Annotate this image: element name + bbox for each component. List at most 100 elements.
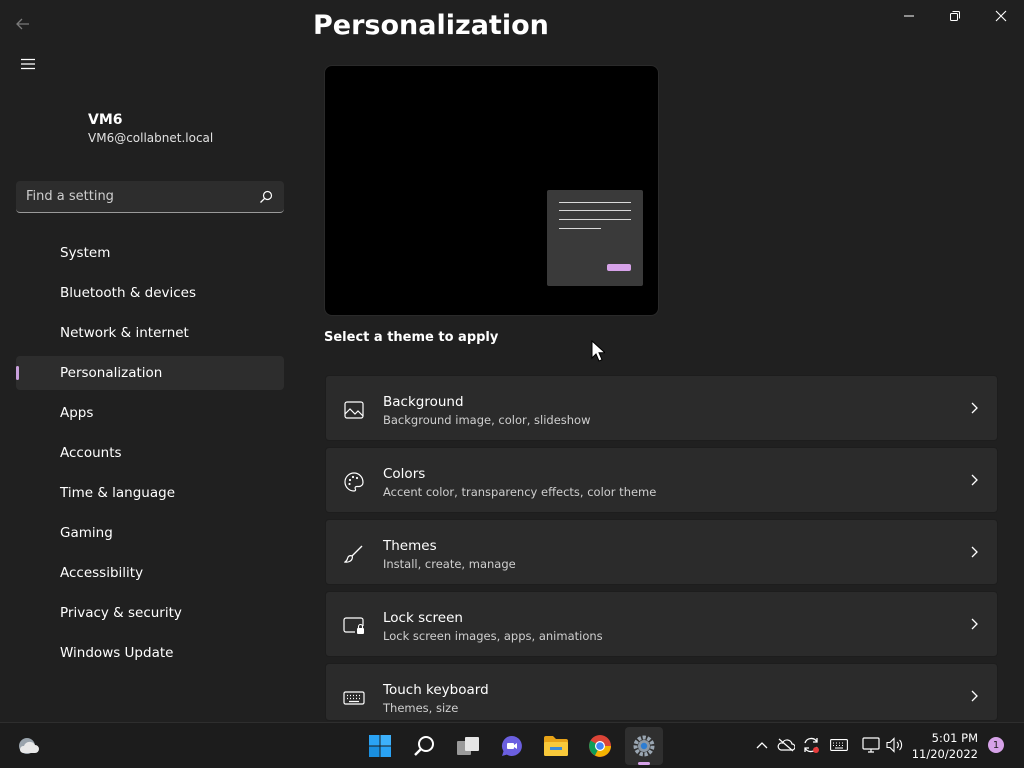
taskbar-clock[interactable]: 5:01 PM 11/20/2022 [908, 730, 978, 762]
sidebar-item-personalization[interactable]: Personalization [16, 356, 284, 390]
network-tray-button[interactable] [861, 735, 881, 755]
keyboard-icon [830, 739, 848, 751]
sidebar-nav: System Bluetooth & devices Network & int… [16, 236, 284, 676]
clock-date: 11/20/2022 [911, 747, 978, 761]
card-subtitle: Themes, size [383, 701, 459, 715]
user-email: VM6@collabnet.local [88, 131, 214, 145]
card-title: Touch keyboard [383, 682, 489, 698]
chevron-right-icon [969, 401, 979, 415]
sidebar-item-label: Bluetooth & devices [60, 285, 197, 301]
sidebar-item-label: System [60, 245, 111, 261]
preview-accent-button [607, 264, 631, 271]
preview-line [559, 228, 601, 229]
file-explorer-icon [544, 736, 568, 756]
input-indicator-button[interactable] [829, 735, 849, 755]
sidebar-item-label: Apps [60, 405, 94, 421]
background-card[interactable]: Background Background image, color, slid… [325, 375, 998, 441]
touch-keyboard-card[interactable]: Touch keyboard Themes, size [325, 663, 998, 721]
minimize-icon [904, 15, 914, 17]
preview-window [547, 190, 643, 286]
sidebar-item-label: Accounts [60, 445, 122, 461]
palette-icon [343, 471, 365, 493]
restore-button[interactable] [932, 0, 978, 32]
close-button[interactable] [978, 0, 1024, 32]
card-subtitle: Background image, color, slideshow [383, 413, 591, 427]
card-subtitle: Lock screen images, apps, animations [383, 629, 603, 643]
search-icon[interactable] [258, 189, 274, 205]
user-account[interactable]: VM6 VM6@collabnet.local [88, 111, 213, 147]
volume-tray-button[interactable] [885, 735, 905, 755]
card-text: Themes Install, create, manage [383, 537, 516, 573]
sidebar-item-label: Gaming [60, 525, 113, 541]
minimize-button[interactable] [886, 0, 932, 32]
network-icon [862, 737, 880, 753]
card-text: Background Background image, color, slid… [383, 393, 591, 429]
card-title: Themes [383, 538, 437, 554]
lock-screen-card[interactable]: Lock screen Lock screen images, apps, an… [325, 591, 998, 657]
sidebar-item-accessibility[interactable]: Accessibility [16, 556, 284, 590]
chevron-right-icon [969, 473, 979, 487]
card-text: Touch keyboard Themes, size [383, 681, 489, 717]
volume-icon [886, 737, 903, 753]
menu-button[interactable] [14, 52, 42, 76]
search-input[interactable] [26, 189, 258, 204]
chat-icon [501, 736, 522, 756]
sidebar-item-system[interactable]: System [16, 236, 284, 270]
notification-badge[interactable]: 1 [988, 737, 1004, 753]
sidebar-item-label: Privacy & security [60, 605, 182, 621]
sidebar-item-label: Personalization [60, 365, 163, 381]
onedrive-offline-icon [777, 738, 795, 752]
preview-line [559, 210, 631, 211]
card-title: Background [383, 394, 464, 410]
start-button[interactable] [361, 727, 399, 765]
file-explorer-button[interactable] [537, 727, 575, 765]
keyboard-icon [343, 687, 365, 709]
sidebar-item-label: Network & internet [60, 325, 189, 341]
onedrive-tray-button[interactable] [776, 735, 796, 755]
preview-line [559, 202, 631, 203]
chevron-right-icon [969, 617, 979, 631]
sync-tray-button[interactable] [801, 735, 821, 755]
sidebar-item-label: Windows Update [60, 645, 174, 661]
card-title: Lock screen [383, 610, 463, 626]
clock-time: 5:01 PM [931, 731, 978, 745]
close-icon [995, 10, 1007, 22]
sidebar-item-time-language[interactable]: Time & language [16, 476, 284, 510]
sidebar-item-bluetooth[interactable]: Bluetooth & devices [16, 276, 284, 310]
search-box[interactable] [16, 181, 284, 213]
taskbar: 5:01 PM 11/20/2022 1 [0, 722, 1024, 768]
card-subtitle: Install, create, manage [383, 557, 516, 571]
settings-button[interactable] [625, 727, 663, 765]
sidebar-item-accounts[interactable]: Accounts [16, 436, 284, 470]
chevron-right-icon [969, 545, 979, 559]
sidebar-item-apps[interactable]: Apps [16, 396, 284, 430]
task-view-icon [457, 737, 479, 755]
chat-button[interactable] [493, 727, 531, 765]
page-title: Personalization [313, 10, 549, 41]
image-icon [343, 399, 365, 421]
sidebar-item-network[interactable]: Network & internet [16, 316, 284, 350]
card-subtitle: Accent color, transparency effects, colo… [383, 485, 657, 499]
lock-screen-icon [343, 615, 365, 637]
chrome-button[interactable] [581, 727, 619, 765]
sidebar-item-privacy[interactable]: Privacy & security [16, 596, 284, 630]
card-text: Lock screen Lock screen images, apps, an… [383, 609, 603, 645]
sync-icon [804, 737, 819, 753]
mouse-cursor-icon [591, 340, 605, 362]
show-hidden-icons-button[interactable] [752, 735, 772, 755]
sidebar-item-gaming[interactable]: Gaming [16, 516, 284, 550]
back-button[interactable] [10, 12, 36, 36]
taskbar-search-button[interactable] [405, 727, 443, 765]
chrome-icon [589, 735, 611, 757]
hamburger-icon [21, 58, 35, 70]
settings-window: VM6 VM6@collabnet.local System Bluetooth… [0, 0, 1024, 722]
card-title: Colors [383, 466, 426, 482]
search-icon [414, 736, 434, 756]
sidebar-item-label: Accessibility [60, 565, 144, 581]
themes-card[interactable]: Themes Install, create, manage [325, 519, 998, 585]
task-view-button[interactable] [449, 727, 487, 765]
weather-widget-icon[interactable] [14, 733, 42, 759]
restore-icon [950, 11, 960, 21]
colors-card[interactable]: Colors Accent color, transparency effect… [325, 447, 998, 513]
sidebar-item-windows-update[interactable]: Windows Update [16, 636, 284, 670]
